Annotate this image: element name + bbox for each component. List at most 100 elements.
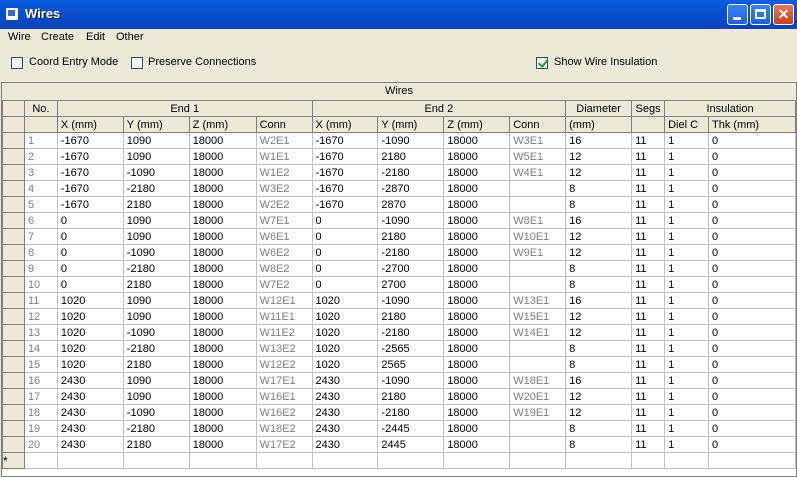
cell-diameter[interactable]: 12 bbox=[565, 308, 633, 325]
table-row[interactable]: 9 0 -2180 18000 W8E2 0 -2700 18000 8 11 1 0 bbox=[2, 260, 796, 277]
cell-end2-y[interactable]: -2180 bbox=[377, 244, 445, 261]
window-app-icon[interactable] bbox=[6, 8, 18, 20]
cell-diameter[interactable]: 12 bbox=[565, 324, 633, 341]
cell-no[interactable]: 17 bbox=[23, 388, 58, 405]
cell-end2-x[interactable]: 0 bbox=[311, 260, 379, 277]
cell-end2-x[interactable]: 2430 bbox=[311, 404, 379, 421]
cell-diameter[interactable]: 8 bbox=[565, 260, 633, 277]
cell-no[interactable]: 9 bbox=[23, 260, 58, 277]
table-row[interactable]: 8 0 -1090 18000 W6E2 0 -2180 18000 W9E1 12 11 1 0 bbox=[2, 244, 796, 261]
menu-wire[interactable]: Wire bbox=[8, 31, 31, 43]
cell-no[interactable]: 20 bbox=[23, 436, 58, 453]
cell-end1-conn[interactable]: W11E1 bbox=[255, 308, 313, 325]
cell-end1-y[interactable]: 2180 bbox=[122, 436, 190, 453]
title-bar[interactable]: Wires ✕ bbox=[0, 0, 797, 29]
table-row[interactable]: 3 -1670 -1090 18000 W1E2 -1670 -2180 18000 W4E1 1… bbox=[2, 164, 796, 181]
cell-diel-c[interactable]: 1 bbox=[664, 308, 710, 325]
cell-end1-z[interactable]: 18000 bbox=[188, 420, 257, 437]
row-selector[interactable] bbox=[2, 212, 25, 229]
cell-segs[interactable]: 11 bbox=[631, 180, 666, 197]
cell-diel-c[interactable]: 1 bbox=[664, 420, 710, 437]
cell-end1-y[interactable]: -2180 bbox=[122, 180, 190, 197]
cell-end2-z[interactable]: 18000 bbox=[443, 228, 511, 245]
cell-end2-y[interactable]: -1090 bbox=[377, 212, 445, 229]
row-selector[interactable] bbox=[2, 180, 25, 197]
cell-thk[interactable]: 0 bbox=[708, 228, 796, 245]
new-row-cell[interactable] bbox=[122, 452, 190, 469]
preserve-connections-checkbox[interactable] bbox=[131, 57, 143, 69]
new-row-cell[interactable] bbox=[23, 452, 58, 469]
cell-end2-conn[interactable]: W15E1 bbox=[509, 308, 567, 325]
new-row-cell[interactable] bbox=[565, 452, 633, 469]
cell-no[interactable]: 13 bbox=[23, 324, 58, 341]
cell-end2-conn[interactable] bbox=[509, 340, 567, 357]
cell-thk[interactable]: 0 bbox=[708, 132, 796, 149]
cell-end2-y[interactable]: 2180 bbox=[377, 148, 445, 165]
cell-diel-c[interactable]: 1 bbox=[664, 180, 710, 197]
cell-segs[interactable]: 11 bbox=[631, 404, 666, 421]
new-row-marker[interactable]: * bbox=[2, 452, 25, 469]
table-row[interactable]: 15 1020 2180 18000 W12E2 1020 2565 18000 8 11 1 0 bbox=[2, 356, 796, 373]
cell-no[interactable]: 15 bbox=[23, 356, 58, 373]
cell-diel-c[interactable]: 1 bbox=[664, 276, 710, 293]
cell-segs[interactable]: 11 bbox=[631, 132, 666, 149]
cell-end1-y[interactable]: 2180 bbox=[122, 196, 190, 213]
table-row[interactable]: 18 2430 -1090 18000 W16E2 2430 -2180 18000 W19E1… bbox=[2, 404, 796, 421]
coord-entry-mode-label[interactable]: Coord Entry Mode bbox=[29, 56, 118, 68]
cell-end1-x[interactable]: 0 bbox=[56, 212, 124, 229]
cell-diameter[interactable]: 12 bbox=[565, 244, 633, 261]
cell-end1-z[interactable]: 18000 bbox=[188, 260, 257, 277]
cell-diel-c[interactable]: 1 bbox=[664, 212, 710, 229]
cell-end1-z[interactable]: 18000 bbox=[188, 148, 257, 165]
close-button[interactable]: ✕ bbox=[773, 4, 794, 25]
cell-end1-x[interactable]: 2430 bbox=[56, 372, 124, 389]
cell-end2-x[interactable]: -1670 bbox=[311, 132, 379, 149]
cell-diameter[interactable]: 8 bbox=[565, 196, 633, 213]
cell-end1-y[interactable]: 1090 bbox=[122, 132, 190, 149]
cell-diel-c[interactable]: 1 bbox=[664, 324, 710, 341]
cell-end2-y[interactable]: 2180 bbox=[377, 308, 445, 325]
cell-end1-y[interactable]: -2180 bbox=[122, 340, 190, 357]
cell-end2-y[interactable]: -2180 bbox=[377, 164, 445, 181]
new-row-cell[interactable] bbox=[188, 452, 257, 469]
cell-segs[interactable]: 11 bbox=[631, 292, 666, 309]
cell-end1-conn[interactable]: W17E2 bbox=[255, 436, 313, 453]
cell-end1-z[interactable]: 18000 bbox=[188, 372, 257, 389]
show-wire-insulation-label[interactable]: Show Wire Insulation bbox=[554, 56, 657, 68]
cell-diameter[interactable]: 16 bbox=[565, 372, 633, 389]
cell-segs[interactable]: 11 bbox=[631, 228, 666, 245]
cell-end1-x[interactable]: -1670 bbox=[56, 164, 124, 181]
row-selector[interactable] bbox=[2, 196, 25, 213]
cell-end2-z[interactable]: 18000 bbox=[443, 276, 511, 293]
cell-no[interactable]: 16 bbox=[23, 372, 58, 389]
cell-segs[interactable]: 11 bbox=[631, 212, 666, 229]
cell-diel-c[interactable]: 1 bbox=[664, 388, 710, 405]
cell-end2-y[interactable]: -1090 bbox=[377, 132, 445, 149]
row-selector[interactable] bbox=[2, 132, 25, 149]
cell-end2-conn[interactable] bbox=[509, 260, 567, 277]
cell-end1-conn[interactable]: W12E1 bbox=[255, 292, 313, 309]
cell-end1-x[interactable]: 1020 bbox=[56, 340, 124, 357]
cell-end2-conn[interactable]: W8E1 bbox=[509, 212, 567, 229]
row-selector[interactable] bbox=[2, 404, 25, 421]
cell-end1-y[interactable]: 1090 bbox=[122, 212, 190, 229]
cell-thk[interactable]: 0 bbox=[708, 148, 796, 165]
cell-end1-x[interactable]: 2430 bbox=[56, 420, 124, 437]
cell-no[interactable]: 1 bbox=[23, 132, 58, 149]
cell-end2-z[interactable]: 18000 bbox=[443, 372, 511, 389]
cell-end1-y[interactable]: 2180 bbox=[122, 356, 190, 373]
cell-diameter[interactable]: 12 bbox=[565, 388, 633, 405]
cell-end2-z[interactable]: 18000 bbox=[443, 308, 511, 325]
cell-end2-z[interactable]: 18000 bbox=[443, 148, 511, 165]
cell-end2-y[interactable]: -2180 bbox=[377, 324, 445, 341]
cell-segs[interactable]: 11 bbox=[631, 308, 666, 325]
cell-end2-z[interactable]: 18000 bbox=[443, 420, 511, 437]
row-selector[interactable] bbox=[2, 228, 25, 245]
cell-diel-c[interactable]: 1 bbox=[664, 356, 710, 373]
cell-end1-x[interactable]: 0 bbox=[56, 276, 124, 293]
cell-no[interactable]: 2 bbox=[23, 148, 58, 165]
cell-diameter[interactable]: 8 bbox=[565, 356, 633, 373]
cell-no[interactable]: 14 bbox=[23, 340, 58, 357]
cell-thk[interactable]: 0 bbox=[708, 308, 796, 325]
cell-end1-y[interactable]: 1090 bbox=[122, 148, 190, 165]
